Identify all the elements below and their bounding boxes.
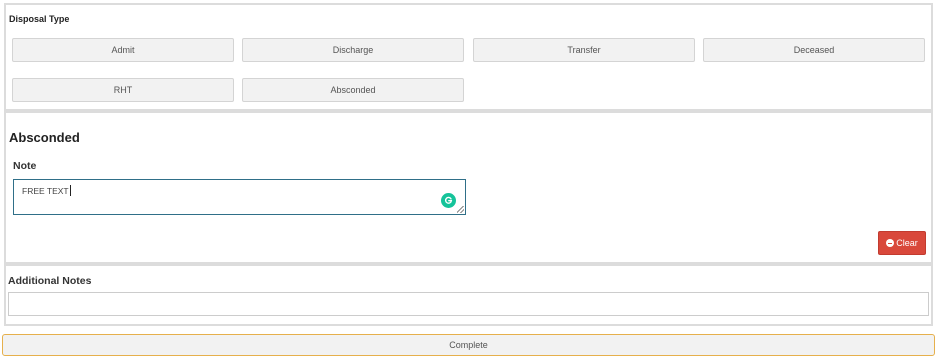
additional-notes-label: Additional Notes <box>8 275 92 287</box>
disposal-deceased-button[interactable]: Deceased <box>703 38 925 62</box>
disposal-absconded-button[interactable]: Absconded <box>242 78 464 102</box>
absconded-heading: Absconded <box>9 130 80 145</box>
clear-button[interactable]: Clear <box>878 231 926 255</box>
resize-handle[interactable] <box>457 206 464 213</box>
additional-notes-panel: Additional Notes <box>4 264 933 326</box>
grammarly-glyph-icon <box>445 196 453 204</box>
complete-button[interactable]: Complete <box>2 334 935 356</box>
disposal-discharge-button[interactable]: Discharge <box>242 38 464 62</box>
disposal-type-title: Disposal Type <box>9 14 70 24</box>
disposal-admit-button[interactable]: Admit <box>12 38 234 62</box>
minus-circle-icon <box>886 239 895 247</box>
note-textarea[interactable]: FREE TEXT <box>13 179 466 215</box>
additional-notes-input[interactable] <box>8 292 929 316</box>
absconded-panel: Absconded Note FREE TEXT Clear <box>4 111 933 264</box>
disposal-rht-button[interactable]: RHT <box>12 78 234 102</box>
disposal-type-panel: Disposal Type Admit Discharge Transfer D… <box>4 3 933 111</box>
note-label: Note <box>13 160 37 172</box>
clear-button-label: Clear <box>896 238 918 248</box>
text-caret <box>69 185 71 196</box>
grammarly-icon[interactable] <box>441 193 456 208</box>
note-text-value: FREE TEXT <box>22 186 69 196</box>
disposal-transfer-button[interactable]: Transfer <box>473 38 695 62</box>
